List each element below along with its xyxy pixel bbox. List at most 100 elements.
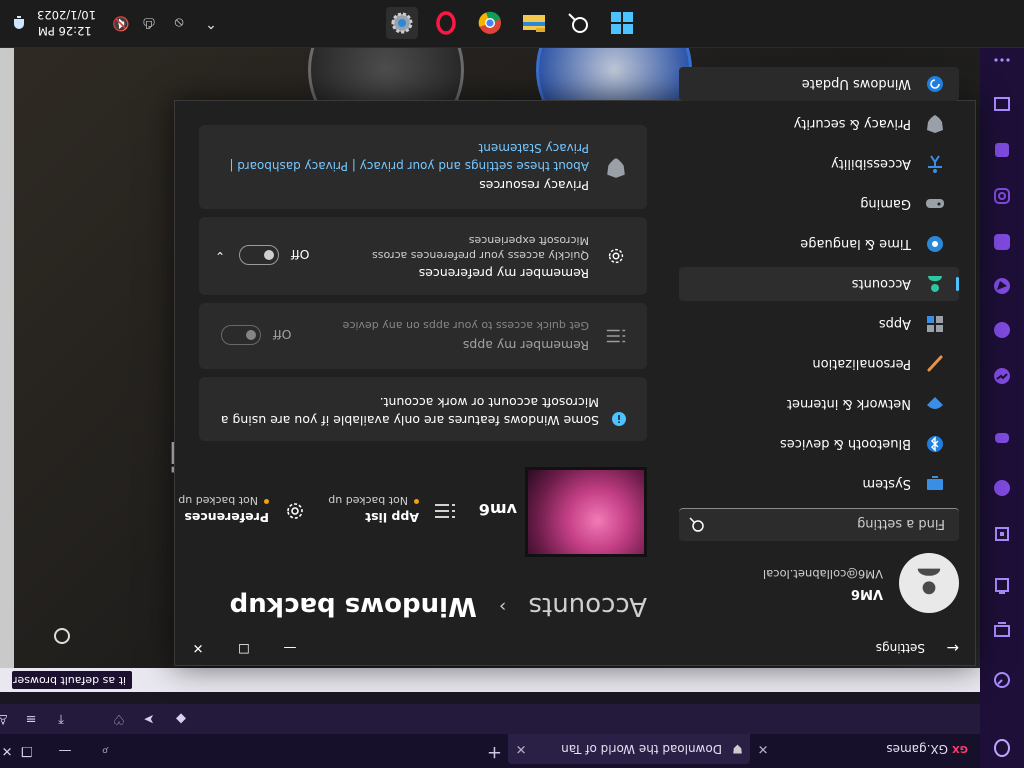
privacy-links[interactable]: About these settings and your privacy | … (219, 158, 589, 173)
nav-label: Bluetooth & devices (780, 436, 911, 452)
whatsapp-icon[interactable] (990, 318, 1014, 342)
list-icon (606, 329, 626, 343)
breadcrumb-parent[interactable]: Accounts (528, 591, 647, 621)
toggle-switch[interactable] (221, 325, 261, 345)
taskbar: ⌃ ⦸ ⎙ 🔇 12:26 PM 10/1/2023 (0, 0, 1024, 48)
instagram-icon[interactable] (990, 184, 1014, 208)
close-window-icon[interactable]: ✕ (0, 742, 16, 760)
account-icon[interactable]: ♙ (0, 710, 12, 728)
card-title: Privacy resources (479, 178, 589, 193)
remember-apps-card: Remember my apps Get quick access to you… (199, 303, 647, 369)
speed-dial-icon[interactable] (990, 668, 1014, 692)
person-avatar-icon (917, 568, 941, 595)
page-widget-icon[interactable] (50, 624, 74, 648)
search-app[interactable] (562, 7, 594, 39)
file-explorer-app[interactable] (518, 7, 550, 39)
info-text: Some Windows features are only available… (220, 395, 599, 428)
vk-icon[interactable] (990, 230, 1014, 254)
messenger-icon[interactable] (990, 364, 1014, 388)
search-input[interactable] (723, 507, 947, 541)
network-disconnected-icon[interactable]: ⦸ (170, 14, 188, 32)
opera-logo-icon[interactable] (990, 736, 1014, 760)
nav-item-network[interactable]: Network & internet (679, 387, 959, 421)
close-button[interactable]: ✕ (175, 631, 221, 665)
nav-label: Accessibility (831, 156, 911, 172)
speaker-muted-icon[interactable]: 🔇 (112, 14, 130, 32)
minimize-icon[interactable]: — (56, 742, 74, 760)
nav-label: Windows Update (801, 76, 911, 92)
discord-icon[interactable] (990, 426, 1014, 450)
info-banner: Some Windows features are only available… (199, 377, 647, 441)
page-scrollbar[interactable] (0, 48, 14, 668)
maximize-button[interactable]: ☐ (221, 631, 267, 665)
gx-corner-icon[interactable] (990, 574, 1014, 598)
user-card: VM6 VM6@collabnet.local (679, 553, 959, 613)
more-options-icon[interactable] (990, 48, 1014, 72)
monitor-icon (925, 474, 945, 494)
chevron-up-icon[interactable]: ⌃ (202, 14, 220, 32)
printer-icon[interactable]: ⎙ (140, 14, 158, 32)
privacy-statement-link[interactable]: Privacy Statement (479, 140, 589, 155)
pinboard-icon[interactable] (990, 92, 1014, 116)
nav-item-gaming[interactable]: Gaming (679, 187, 959, 221)
nav-item-bluetooth[interactable]: Bluetooth & devices (679, 427, 959, 461)
remember-apps-toggle[interactable]: Off (221, 325, 291, 345)
toggle-switch[interactable] (239, 245, 279, 265)
tab-gx-games[interactable]: GX GX.games ✕ (756, 734, 976, 764)
nav-item-accounts[interactable]: Accounts (679, 267, 959, 301)
search-icon (568, 13, 588, 33)
clock[interactable]: 12:26 PM 10/1/2023 (37, 7, 96, 39)
card-title: Remember my preferences (418, 266, 589, 281)
chevron-down-icon[interactable]: ⌄ (215, 249, 225, 263)
telegram-icon[interactable] (990, 274, 1014, 298)
send-icon[interactable]: ➤ (140, 710, 158, 728)
nav-item-system[interactable]: System (679, 467, 959, 501)
nav-label: Gaming (860, 196, 911, 212)
page-title: Windows backup (229, 591, 477, 621)
twitch-icon[interactable] (990, 476, 1014, 500)
gx-control-icon[interactable] (990, 618, 1014, 642)
chrome-app[interactable] (474, 7, 506, 39)
remember-prefs-toggle[interactable]: Off (239, 245, 309, 265)
notification-bell-icon[interactable] (10, 14, 28, 32)
nav-item-personalization[interactable]: Personalization (679, 347, 959, 381)
start-button[interactable] (606, 7, 638, 39)
wallet-icon[interactable]: ◆ (172, 710, 190, 728)
nav-item-privacy[interactable]: Privacy & security (679, 107, 959, 141)
nav-label: Accounts (851, 276, 911, 292)
settings-app[interactable] (386, 7, 418, 39)
clock-date: 10/1/2023 (37, 8, 96, 22)
toggle-label: Off (291, 247, 310, 263)
hardware-limiter-icon[interactable] (990, 522, 1014, 546)
heart-icon[interactable]: ♡ (110, 710, 128, 728)
nav-item-accessibility[interactable]: Accessibility (679, 147, 959, 181)
brush-icon (925, 354, 945, 374)
tab-close-icon[interactable]: ✕ (756, 742, 770, 757)
settings-titlebar: ← Settings — ☐ ✕ (175, 631, 975, 665)
tab-label: GX.games (886, 742, 948, 756)
nav-label: System (862, 476, 911, 492)
back-arrow-icon[interactable]: ← (943, 639, 959, 657)
shield-icon (607, 158, 625, 178)
gx-games-icon: GX (952, 743, 968, 755)
search-icon[interactable] (689, 517, 705, 533)
new-tab-icon[interactable]: + (487, 742, 502, 763)
settings-window: ← Settings — ☐ ✕ VM6 VM6@collabnet.local… (174, 67, 976, 666)
minimize-button[interactable]: — (267, 631, 313, 665)
apps-icon (925, 314, 945, 334)
tab-close-icon[interactable]: ✕ (514, 742, 528, 757)
desktop-screen: GX GX.games ✕ ⛊ Download the World of Ta… (0, 0, 1024, 768)
accessibility-icon (925, 154, 945, 174)
restore-icon[interactable]: ❐ (18, 742, 36, 760)
nav-item-time-language[interactable]: Time & language (679, 227, 959, 261)
tab-world-of-tanks[interactable]: ⛊ Download the World of Tan ✕ (508, 734, 750, 764)
easy-setup-icon[interactable]: ≡ (22, 710, 40, 728)
device-name: vm6 (478, 500, 517, 519)
nav-item-windows-update[interactable]: Windows Update (679, 67, 959, 101)
nav-item-apps[interactable]: Apps (679, 307, 959, 341)
player-icon[interactable] (990, 138, 1014, 162)
tab-search-icon[interactable]: ⌕ (96, 742, 114, 760)
snapshot-icon[interactable]: ⤒ (52, 710, 70, 728)
set-default-button[interactable]: it as default browser (12, 671, 132, 689)
opera-gx-app[interactable] (430, 7, 462, 39)
